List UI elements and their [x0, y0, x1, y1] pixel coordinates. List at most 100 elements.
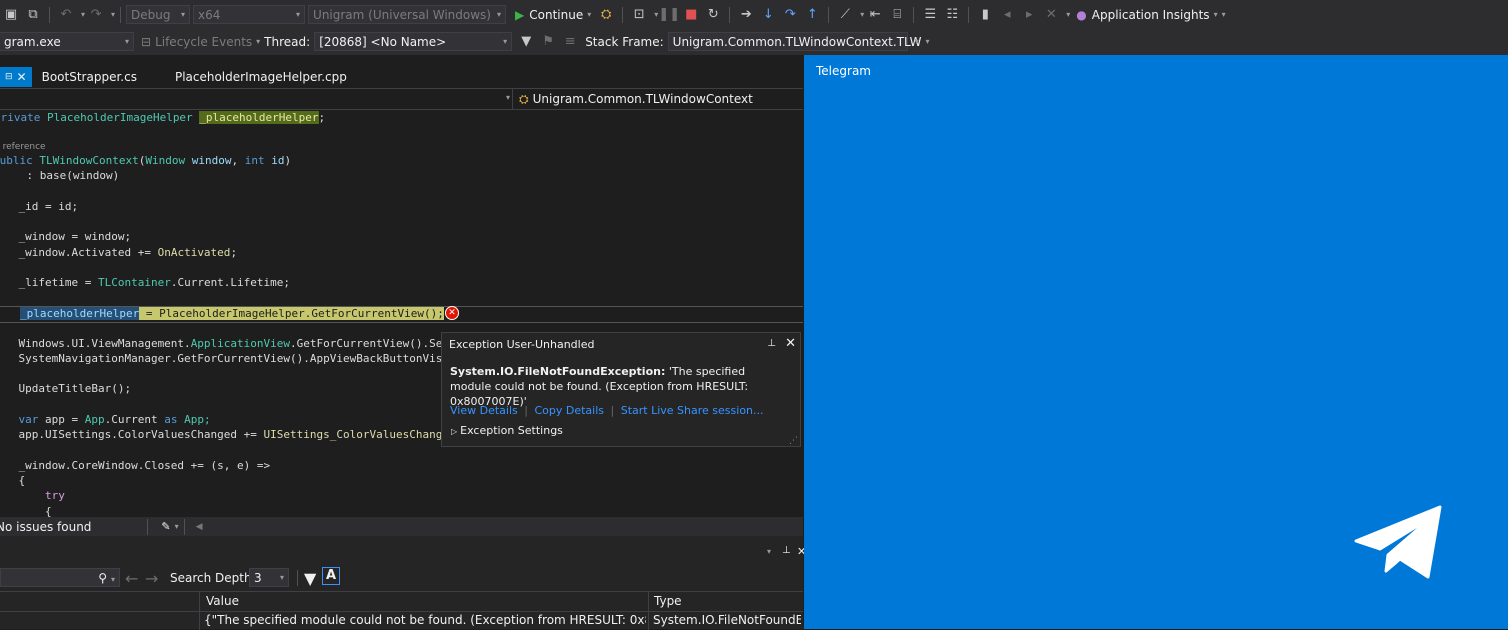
chevron-down-icon[interactable]: ▾: [1066, 10, 1070, 19]
bookmark-prev-icon[interactable]: ◂: [998, 6, 1016, 24]
uncomment-icon[interactable]: ☷: [943, 6, 961, 24]
close-icon[interactable]: ✕: [17, 70, 27, 84]
code-text: app =: [38, 413, 85, 426]
save-icon[interactable]: ▣: [2, 6, 20, 24]
pin-icon[interactable]: ⊥: [767, 338, 776, 349]
class-icon: ⛭: [519, 91, 529, 106]
error-icon[interactable]: ✕: [445, 306, 459, 320]
stack-frame-dropdown[interactable]: Unigram.Common.TLWindowContext.TLW ▾: [667, 32, 930, 51]
search-input[interactable]: ⚲ ▾: [0, 568, 120, 587]
thread-dropdown[interactable]: [20868] <No Name> ▾: [314, 32, 513, 51]
step-out-icon[interactable]: ↑: [803, 6, 821, 24]
separator: [913, 6, 915, 23]
chevron-down-icon[interactable]: ▾: [175, 522, 179, 531]
copy-details-link[interactable]: Copy Details: [534, 404, 604, 417]
telegram-window: Telegram: [804, 55, 1508, 629]
chevron-down-icon[interactable]: ▾: [111, 10, 115, 19]
stack-frame-label: Stack Frame:: [585, 34, 664, 49]
chevron-down-icon[interactable]: ▾: [767, 547, 771, 556]
step-into-icon[interactable]: ↓: [759, 6, 777, 24]
search-depth-value: 3: [254, 570, 262, 585]
parallel-stacks-icon[interactable]: ⌸: [888, 6, 906, 24]
selected-field: _placeholderHelper: [20, 307, 140, 320]
threads-icon[interactable]: ⇤: [866, 6, 884, 24]
thread-value: [20868] <No Name>: [319, 34, 447, 49]
back-arrow-icon[interactable]: ←: [125, 569, 138, 588]
code-line: var app = App.Current as App;: [0, 412, 211, 427]
platform-dropdown[interactable]: x64 ▾: [193, 5, 306, 24]
startup-project-dropdown[interactable]: Unigram (Universal Windows) ▾: [308, 5, 507, 24]
tab-bootstrapper[interactable]: BootStrapper.cs: [32, 67, 147, 87]
redo-icon[interactable]: ↷: [87, 6, 105, 24]
issues-status[interactable]: No issues found: [0, 520, 91, 534]
chevron-down-icon[interactable]: ▾: [1222, 10, 1226, 19]
show-next-statement-icon[interactable]: ➔: [737, 6, 755, 24]
chevron-down-icon: ▾: [256, 37, 261, 46]
application-insights-button[interactable]: ● Application Insights ▾: [1076, 8, 1217, 22]
expand-callstack-icon[interactable]: ≡: [561, 33, 579, 51]
stop-icon[interactable]: ■: [682, 6, 700, 24]
member-value: Unigram.Common.TLWindowContext: [532, 92, 753, 106]
bookmark-next-icon[interactable]: ▸: [1020, 6, 1038, 24]
method-name: OnActivated: [157, 246, 231, 259]
process-dropdown[interactable]: gram.exe ▾: [0, 32, 134, 51]
scroll-left-icon[interactable]: ◀: [196, 522, 203, 532]
exception-links: View Details | Copy Details | Start Live…: [450, 404, 764, 417]
column-header-value[interactable]: Value: [206, 594, 239, 608]
code-line: {: [18, 474, 26, 487]
process-value: gram.exe: [4, 34, 61, 49]
member-dropdown[interactable]: ⛭ Unigram.Common.TLWindowContext: [512, 89, 753, 109]
forward-arrow-icon[interactable]: →: [145, 569, 158, 588]
separator: [968, 6, 970, 23]
separator: |: [610, 404, 615, 417]
filter-icon[interactable]: ▼: [517, 33, 535, 51]
search-depth-dropdown[interactable]: 3 ▾: [249, 568, 289, 587]
comment-icon[interactable]: ☰: [921, 6, 939, 24]
chevron-down-icon[interactable]: ▾: [81, 10, 85, 19]
table-row[interactable]: {"The specified module could not be foun…: [0, 611, 803, 629]
view-details-link[interactable]: View Details: [450, 404, 518, 417]
close-icon[interactable]: ✕: [785, 336, 796, 351]
chevron-down-icon[interactable]: ▾: [860, 10, 864, 19]
chevron-down-icon[interactable]: ▾: [915, 37, 919, 46]
continue-label: Continue: [529, 7, 584, 22]
parameter: window: [191, 154, 232, 167]
bookmark-icon[interactable]: ▮: [976, 6, 994, 24]
separator: [297, 570, 298, 586]
type-name: App;: [177, 413, 211, 426]
pause-icon[interactable]: ❚❚: [658, 6, 680, 24]
step-over-icon[interactable]: ↷: [781, 6, 799, 24]
parameter: id: [271, 154, 285, 167]
chevron-down-icon[interactable]: ▾: [506, 93, 510, 102]
pin-icon[interactable]: ⊥: [782, 545, 791, 556]
text-format-icon[interactable]: A: [322, 567, 340, 585]
type-name: TLContainer: [97, 276, 171, 289]
cleanup-icon[interactable]: ✎: [161, 520, 170, 533]
resize-grip-icon[interactable]: ⋰: [789, 436, 798, 446]
stack-frame-value: Unigram.Common.TLWindowContext.TLW: [672, 34, 922, 49]
column-header-type[interactable]: Type: [654, 594, 682, 608]
bookmark-clear-icon[interactable]: ✕: [1042, 6, 1060, 24]
hex-display-icon[interactable]: ⟋: [836, 6, 854, 24]
undo-icon[interactable]: ↶: [57, 6, 75, 24]
restart-icon[interactable]: ↻: [704, 6, 722, 24]
tab-placeholderimagehelper[interactable]: PlaceholderImageHelper.cpp: [165, 67, 357, 87]
attach-process-icon[interactable]: ⛭: [597, 6, 615, 24]
filter-icon[interactable]: ▼: [304, 569, 316, 588]
type-name: Window: [145, 154, 186, 167]
lifecycle-events-button[interactable]: ⊟ Lifecycle Events ▾: [141, 35, 260, 49]
tab-active-close[interactable]: ⊟ ✕: [0, 67, 32, 87]
config-value: Debug: [131, 7, 171, 22]
code-line: _window = window;: [0, 230, 132, 243]
startup-project-value: Unigram (Universal Windows): [313, 7, 491, 22]
live-share-link[interactable]: Start Live Share session...: [621, 404, 764, 417]
chevron-down-icon: ▾: [110, 574, 115, 584]
config-dropdown[interactable]: Debug ▾: [126, 5, 191, 24]
exception-settings-expander[interactable]: ▷ Exception Settings: [451, 424, 563, 437]
screenshot-icon[interactable]: ⊡: [630, 6, 648, 24]
flag-icon[interactable]: ⚑: [539, 33, 557, 51]
continue-button[interactable]: ▶ Continue ▾: [515, 8, 591, 22]
code-text: ;: [318, 111, 326, 124]
keyword: private: [0, 111, 41, 124]
save-all-icon[interactable]: ⧉: [24, 6, 42, 24]
